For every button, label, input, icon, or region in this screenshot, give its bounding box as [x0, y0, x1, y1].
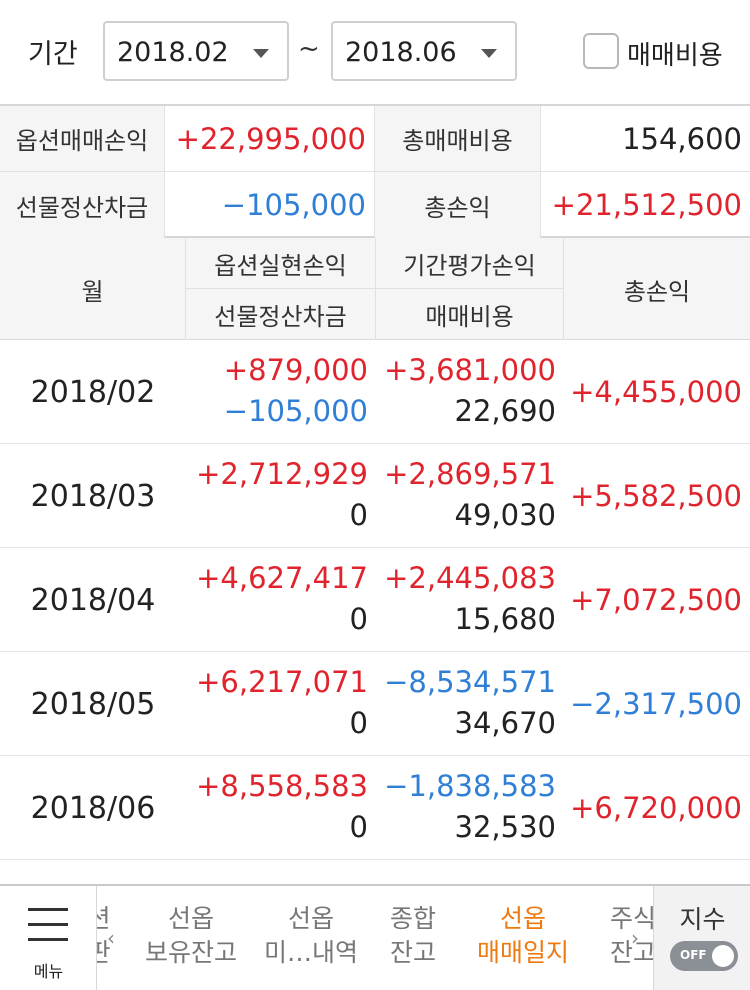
- tab-line1: 선옵: [499, 904, 546, 933]
- hamburger-icon: [28, 923, 68, 926]
- menu-button[interactable]: 메뉴: [0, 886, 97, 990]
- total-pl-value: +21,512,500: [551, 188, 742, 222]
- tab-trading-journal[interactable]: 선옵 매매일지: [463, 902, 583, 970]
- row-total: +7,072,500: [570, 583, 742, 617]
- chevron-left-icon[interactable]: ‹: [107, 926, 115, 950]
- row-fee: 49,030: [454, 498, 556, 532]
- row-total: −2,317,500: [570, 687, 742, 721]
- table-row[interactable]: 2018/05 +6,217,071 0 −8,534,571 34,670 −…: [0, 652, 750, 756]
- tab-line1: 주식: [609, 904, 653, 933]
- row-month: 2018/03: [30, 478, 156, 514]
- row-futures-settle: −105,000: [223, 394, 368, 428]
- row-fee: 34,670: [454, 706, 556, 740]
- chevron-right-icon[interactable]: ›: [631, 926, 639, 950]
- header-fee: 매매비용: [376, 289, 564, 340]
- tab-strip[interactable]: 션 판 ‹ 선옵 보유잔고 선옵 미…내역 종합 잔고 선옵 매매일지 주식 잔…: [97, 886, 653, 990]
- summary-table: 옵션매매손익 +22,995,000 총매매비용 154,600 선물정산차금 …: [0, 104, 750, 238]
- row-period-eval: −8,534,571: [384, 665, 556, 699]
- toggle-knob: [712, 945, 734, 967]
- table-row[interactable]: 2018/03 +2,712,929 0 +2,869,571 49,030 +…: [0, 444, 750, 548]
- tab-line1: 선옵: [167, 904, 214, 933]
- row-futures-settle: 0: [349, 810, 368, 844]
- option-pl-label: 옵션매매손익: [0, 106, 165, 172]
- fee-checkbox[interactable]: [583, 33, 619, 69]
- tab-line2: 잔고: [609, 938, 653, 967]
- chevron-down-icon: [253, 49, 269, 58]
- row-option-realized: +6,217,071: [196, 665, 368, 699]
- total-fee-value: 154,600: [541, 106, 750, 172]
- row-option-realized: +879,000: [223, 353, 368, 387]
- row-futures-settle: 0: [349, 706, 368, 740]
- row-month: 2018/02: [30, 374, 156, 410]
- table-header: 월 옵션실현손익 선물정산차금 기간평가손익 매매비용 총손익: [0, 238, 750, 340]
- row-period-eval: +2,869,571: [384, 457, 556, 491]
- table-row[interactable]: 2018/02 +879,000 −105,000 +3,681,000 22,…: [0, 340, 750, 444]
- futures-settle-label: 선물정산차금: [0, 172, 165, 238]
- header-futures-settle: 선물정산차금: [186, 289, 376, 340]
- row-futures-settle: 0: [349, 602, 368, 636]
- index-toggle[interactable]: OFF: [670, 941, 738, 971]
- row-fee: 15,680: [454, 602, 556, 636]
- tab-line1: 종합: [389, 904, 436, 933]
- period-separator: ~: [298, 34, 320, 64]
- row-total: +6,720,000: [570, 791, 742, 825]
- table-row[interactable]: 2018/04 +4,627,417 0 +2,445,083 15,680 +…: [0, 548, 750, 652]
- row-option-realized: +2,712,929: [196, 457, 368, 491]
- period-to-select[interactable]: 2018.06: [331, 21, 517, 81]
- bottom-nav: 메뉴 션 판 ‹ 선옵 보유잔고 선옵 미…내역 종합 잔고 선옵 매매일지 주…: [0, 884, 750, 990]
- row-fee: 22,690: [454, 394, 556, 428]
- period-label: 기간: [28, 39, 78, 70]
- row-period-eval: +2,445,083: [384, 561, 556, 595]
- chevron-down-icon: [481, 49, 497, 58]
- total-fee-label: 총매매비용: [375, 106, 541, 172]
- hamburger-icon: [28, 938, 68, 941]
- row-month: 2018/04: [30, 582, 156, 618]
- row-period-eval: −1,838,583: [384, 769, 556, 803]
- tab-partial-right[interactable]: 주식 잔고: [573, 902, 653, 970]
- row-month: 2018/05: [30, 686, 156, 722]
- total-pl-label: 총손익: [375, 172, 541, 238]
- index-panel: 지수 OFF: [653, 886, 750, 990]
- tab-line2: 보유잔고: [144, 938, 237, 967]
- tab-line2: 잔고: [389, 938, 436, 967]
- index-label: 지수: [679, 905, 726, 934]
- row-period-eval: +3,681,000: [384, 353, 556, 387]
- toggle-label: OFF: [680, 948, 707, 962]
- header-period-eval: 기간평가손익: [376, 238, 564, 289]
- option-pl-value: +22,995,000: [165, 106, 375, 172]
- header-month: 월: [0, 238, 186, 340]
- row-fee: 32,530: [454, 810, 556, 844]
- header-total: 총손익: [623, 277, 691, 306]
- period-from-value: 2018.02: [117, 37, 229, 68]
- row-total: +5,582,500: [570, 479, 742, 513]
- fee-checkbox-label[interactable]: 매매비용: [627, 35, 723, 72]
- futures-settle-value: −105,000: [165, 172, 375, 238]
- hamburger-icon: [28, 908, 68, 911]
- period-filter: 기간 2018.02 ~ 2018.06 매매비용: [0, 0, 750, 104]
- menu-label: 메뉴: [33, 962, 64, 981]
- table-row[interactable]: 2018/06 +8,558,583 0 −1,838,583 32,530 +…: [0, 756, 750, 860]
- row-month: 2018/06: [30, 790, 156, 826]
- tab-futures-options-holdings[interactable]: 선옵 보유잔고: [131, 902, 251, 970]
- row-total: +4,455,000: [570, 375, 742, 409]
- row-option-realized: +4,627,417: [196, 561, 368, 595]
- row-option-realized: +8,558,583: [196, 769, 368, 803]
- tab-line2: 매매일지: [476, 938, 569, 967]
- period-from-select[interactable]: 2018.02: [103, 21, 289, 81]
- period-to-value: 2018.06: [345, 37, 457, 68]
- header-option-realized: 옵션실현손익: [186, 238, 376, 289]
- row-futures-settle: 0: [349, 498, 368, 532]
- tab-total-balance[interactable]: 종합 잔고: [353, 902, 473, 970]
